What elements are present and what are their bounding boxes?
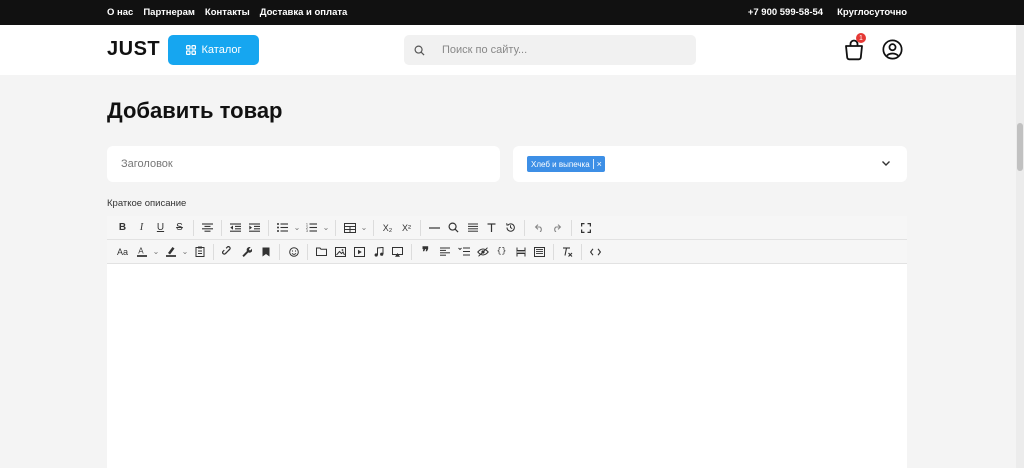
chevron-down-icon[interactable]: ⌄	[359, 219, 369, 237]
user-icon[interactable]	[882, 39, 903, 60]
toolbar-divider	[420, 219, 421, 236]
short-description-label: Краткое описание	[107, 198, 187, 209]
line-height-icon[interactable]	[454, 243, 473, 261]
category-select[interactable]: Хлеб и выпечка ×	[513, 146, 907, 182]
toolbar-divider	[221, 219, 222, 236]
horizontal-rule-icon[interactable]	[425, 219, 444, 237]
svg-text:3: 3	[306, 229, 308, 232]
toolbar-divider	[307, 243, 308, 260]
top-contacts: +7 900 599-58-54 Круглосуточно	[748, 0, 907, 25]
editor-toolbar-row-1: B I U S ⌄ 123 ⌄ ⌄ X₂ X²	[107, 216, 907, 240]
link-partners[interactable]: Партнерам	[143, 7, 195, 18]
folder-icon[interactable]	[312, 243, 331, 261]
rich-text-editor: B I U S ⌄ 123 ⌄ ⌄ X₂ X² Aa A ⌄ ⌄ ❞ {}	[107, 216, 907, 468]
toolbar-divider	[268, 219, 269, 236]
editor-content-area[interactable]	[107, 264, 907, 468]
phone-link[interactable]: +7 900 599-58-54	[748, 7, 823, 18]
highlight-color-icon[interactable]	[161, 243, 180, 261]
paste-icon[interactable]	[190, 243, 209, 261]
paragraph-format-icon[interactable]	[435, 243, 454, 261]
grid-icon	[185, 45, 196, 55]
justify-icon[interactable]	[463, 219, 482, 237]
site-header: JUST Каталог 1	[0, 25, 1024, 75]
toolbar-divider	[335, 219, 336, 236]
image-icon[interactable]	[331, 243, 350, 261]
redo-icon[interactable]	[548, 219, 567, 237]
search-icon	[404, 45, 434, 56]
tag-divider	[592, 159, 594, 169]
undo-icon[interactable]	[529, 219, 548, 237]
text-format-icon[interactable]	[482, 219, 501, 237]
toolbar-divider	[411, 243, 412, 260]
fullscreen-icon[interactable]	[576, 219, 595, 237]
toolbar-divider	[193, 219, 194, 236]
chevron-down-icon[interactable]: ⌄	[180, 243, 190, 261]
page-title: Добавить товар	[107, 98, 283, 123]
chevron-down-icon[interactable]: ⌄	[151, 243, 161, 261]
font-color-icon[interactable]: A	[132, 243, 151, 261]
chevron-down-icon[interactable]	[881, 158, 891, 168]
toolbar-divider	[524, 219, 525, 236]
table-icon[interactable]	[340, 219, 359, 237]
hours-text: Круглосуточно	[837, 7, 907, 18]
title-field[interactable]	[107, 146, 500, 182]
font-size-button[interactable]: Aa	[113, 243, 132, 261]
subscript-button[interactable]: X₂	[378, 219, 397, 237]
clear-format-icon[interactable]	[558, 243, 577, 261]
page-break-icon[interactable]	[511, 243, 530, 261]
hidden-eye-icon[interactable]	[473, 243, 492, 261]
link-contacts[interactable]: Контакты	[205, 7, 250, 18]
outdent-icon[interactable]	[226, 219, 245, 237]
bookmark-icon[interactable]	[256, 243, 275, 261]
indent-icon[interactable]	[245, 219, 264, 237]
bullet-list-icon[interactable]	[273, 219, 292, 237]
link-delivery[interactable]: Доставка и оплата	[260, 7, 348, 18]
italic-button[interactable]: I	[132, 219, 151, 237]
link-about[interactable]: О нас	[107, 7, 133, 18]
toolbar-divider	[279, 243, 280, 260]
category-tag: Хлеб и выпечка ×	[527, 156, 605, 172]
link-icon[interactable]	[218, 243, 237, 261]
search-icon[interactable]	[444, 219, 463, 237]
template-icon[interactable]	[530, 243, 549, 261]
quote-icon[interactable]: ❞	[416, 243, 435, 261]
history-icon[interactable]	[501, 219, 520, 237]
catalog-label: Каталог	[201, 44, 242, 56]
audio-icon[interactable]	[369, 243, 388, 261]
video-icon[interactable]	[350, 243, 369, 261]
toolbar-divider	[553, 243, 554, 260]
toolbar-divider	[571, 219, 572, 236]
bold-button[interactable]: B	[113, 219, 132, 237]
embed-icon[interactable]	[388, 243, 407, 261]
toolbar-divider	[581, 243, 582, 260]
code-block-icon[interactable]: {}	[492, 243, 511, 261]
logo[interactable]: JUST	[107, 38, 160, 61]
emoji-icon[interactable]	[284, 243, 303, 261]
catalog-button[interactable]: Каталог	[168, 35, 259, 65]
wrench-icon[interactable]	[237, 243, 256, 261]
search-box	[404, 35, 696, 65]
category-tag-label: Хлеб и выпечка	[531, 159, 590, 169]
tag-remove-button[interactable]: ×	[597, 159, 602, 169]
search-input[interactable]	[442, 44, 682, 56]
chevron-down-icon[interactable]: ⌄	[321, 219, 331, 237]
underline-button[interactable]: U	[151, 219, 170, 237]
source-code-icon[interactable]	[586, 243, 605, 261]
toolbar-divider	[373, 219, 374, 236]
top-bar: О нас Партнерам Контакты Доставка и опла…	[0, 0, 1024, 25]
editor-toolbar-row-2: Aa A ⌄ ⌄ ❞ {}	[107, 240, 907, 264]
svg-text:A: A	[138, 247, 144, 256]
strikethrough-button[interactable]: S	[170, 219, 189, 237]
chevron-down-icon[interactable]: ⌄	[292, 219, 302, 237]
page-scrollbar[interactable]	[1016, 25, 1024, 468]
cart-count-badge: 1	[856, 33, 866, 43]
numbered-list-icon[interactable]: 123	[302, 219, 321, 237]
superscript-button[interactable]: X²	[397, 219, 416, 237]
scrollbar-thumb[interactable]	[1017, 123, 1023, 171]
toolbar-divider	[213, 243, 214, 260]
align-center-icon[interactable]	[198, 219, 217, 237]
top-links: О нас Партнерам Контакты Доставка и опла…	[107, 0, 347, 25]
